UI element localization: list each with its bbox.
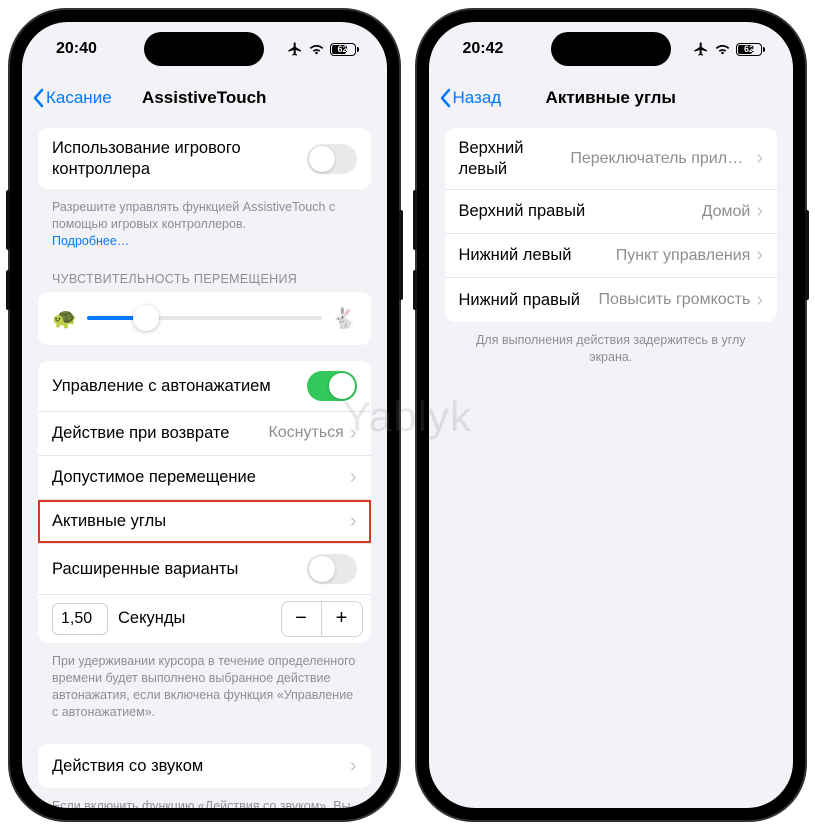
row-label: Нижний левый	[459, 245, 616, 266]
wifi-icon	[308, 43, 325, 56]
nav-bar: Касание AssistiveTouch	[22, 76, 387, 120]
learn-more-link[interactable]: Подробнее…	[52, 234, 129, 248]
row-hot-corners[interactable]: Активные углы ›	[38, 500, 371, 544]
row-fallback-action[interactable]: Действие при возврате Коснуться ›	[38, 412, 371, 456]
row-detail: Домой	[702, 203, 751, 221]
group-corners: Верхний левый Переключатель прило… › Вер…	[445, 128, 778, 322]
hare-icon: 🐇	[332, 306, 357, 331]
group-sound: Действия со звуком ›	[38, 744, 371, 788]
wifi-icon	[714, 43, 731, 56]
back-label: Назад	[453, 88, 502, 108]
stepper-plus[interactable]: +	[322, 602, 362, 636]
toggle-advanced[interactable]	[307, 554, 357, 584]
airplane-icon	[693, 41, 709, 57]
group-dwell: Управление с автонажатием Действие при в…	[38, 361, 371, 643]
row-label: Управление с автонажатием	[52, 376, 307, 397]
stepper-value[interactable]: 1,50	[52, 603, 108, 635]
slider-track[interactable]	[87, 316, 322, 320]
status-time: 20:40	[56, 40, 97, 58]
battery-icon: 62	[736, 43, 765, 56]
chevron-right-icon: ›	[756, 147, 763, 170]
group-game-controller: Использование игрового контроллера	[38, 128, 371, 189]
phone-left: 20:40 62 Касание AssistiveTouch	[10, 10, 399, 820]
group-sensitivity: 🐢 🐇	[38, 292, 371, 345]
row-label: Активные углы	[52, 511, 348, 532]
chevron-right-icon: ›	[756, 289, 763, 312]
row-label: Действие при возврате	[52, 423, 268, 444]
row-label: Верхний правый	[459, 201, 702, 222]
chevron-right-icon: ›	[350, 466, 357, 489]
toggle-dwell[interactable]	[307, 371, 357, 401]
row-detail: Пункт управления	[616, 247, 751, 265]
chevron-right-icon: ›	[756, 200, 763, 223]
back-button[interactable]: Касание	[32, 88, 112, 108]
row-label: Допустимое перемещение	[52, 467, 348, 488]
row-label: Использование игрового контроллера	[52, 138, 307, 179]
slider-thumb[interactable]	[133, 305, 159, 331]
chevron-right-icon: ›	[350, 755, 357, 778]
slider-row[interactable]: 🐢 🐇	[38, 292, 371, 345]
row-dwell-control[interactable]: Управление с автонажатием	[38, 361, 371, 412]
back-label: Касание	[46, 88, 112, 108]
header-sensitivity: ЧУВСТВИТЕЛЬНОСТЬ ПЕРЕМЕЩЕНИЯ	[38, 258, 371, 290]
back-button[interactable]: Назад	[439, 88, 502, 108]
content: Использование игрового контроллера Разре…	[22, 120, 387, 808]
row-label: Расширенные варианты	[52, 559, 307, 580]
airplane-icon	[287, 41, 303, 57]
tortoise-icon: 🐢	[52, 306, 77, 331]
stepper-label: Секунды	[118, 609, 281, 628]
row-sound-actions[interactable]: Действия со звуком ›	[38, 744, 371, 788]
footer-sound: Если включить функцию «Действия со звуко…	[38, 794, 371, 808]
battery-icon: 62	[330, 43, 359, 56]
chevron-right-icon: ›	[756, 244, 763, 267]
nav-bar: Назад Активные углы	[429, 76, 794, 120]
row-game-controller[interactable]: Использование игрового контроллера	[38, 128, 371, 189]
row-bottom-left[interactable]: Нижний левый Пункт управления ›	[445, 234, 778, 278]
row-detail: Повысить громкость	[599, 291, 751, 309]
chevron-right-icon: ›	[350, 422, 357, 445]
dynamic-island	[144, 32, 264, 66]
phone-right: 20:42 62 Назад Активные углы	[417, 10, 806, 820]
stepper-minus[interactable]: −	[282, 602, 322, 636]
row-label: Действия со звуком	[52, 756, 348, 777]
footer-corners: Для выполнения действия задержитесь в уг…	[445, 328, 778, 374]
row-movement-tolerance[interactable]: Допустимое перемещение ›	[38, 456, 371, 500]
row-bottom-right[interactable]: Нижний правый Повысить громкость ›	[445, 278, 778, 322]
row-advanced[interactable]: Расширенные варианты	[38, 544, 371, 595]
screen-left: 20:40 62 Касание AssistiveTouch	[22, 22, 387, 808]
chevron-right-icon: ›	[350, 510, 357, 533]
row-label: Верхний левый	[459, 138, 571, 179]
footer-game-controller: Разрешите управлять функцией AssistiveTo…	[38, 195, 371, 258]
screen-right: 20:42 62 Назад Активные углы	[429, 22, 794, 808]
row-top-right[interactable]: Верхний правый Домой ›	[445, 190, 778, 234]
footer-dwell: При удерживании курсора в течение опреде…	[38, 649, 371, 729]
toggle-game-controller[interactable]	[307, 144, 357, 174]
content: Верхний левый Переключатель прило… › Вер…	[429, 120, 794, 808]
row-detail: Коснуться	[268, 424, 343, 442]
dynamic-island	[551, 32, 671, 66]
row-detail: Переключатель прило…	[570, 150, 750, 168]
stepper-control: − +	[281, 601, 363, 637]
row-stepper: 1,50 Секунды − +	[38, 595, 371, 643]
status-time: 20:42	[463, 40, 504, 58]
row-top-left[interactable]: Верхний левый Переключатель прило… ›	[445, 128, 778, 190]
row-label: Нижний правый	[459, 290, 599, 311]
